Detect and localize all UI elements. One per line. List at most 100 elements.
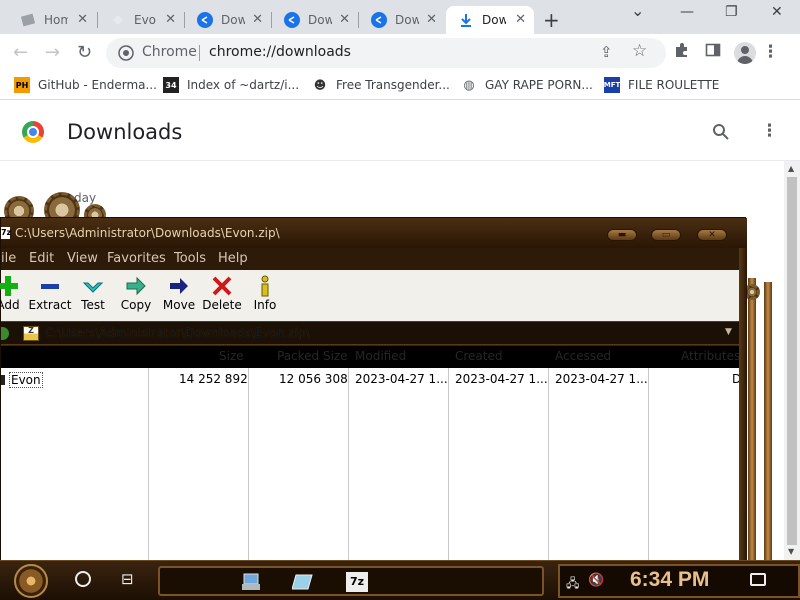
7zip-maximize-button[interactable]: ▭ — [651, 229, 681, 241]
share-icon — [197, 12, 213, 28]
tab-title: Dow — [221, 13, 245, 27]
tab-search-chevron-icon[interactable]: ⌄ — [631, 1, 644, 20]
volume-muted-icon[interactable]: 🔇 — [588, 573, 604, 588]
bookmark-label: FILE ROULETTE — [628, 78, 720, 92]
column-divider — [248, 368, 249, 561]
bookmark-file-roulette[interactable]: MFT FILE ROULETTE — [604, 77, 719, 93]
tab-title: Evo — [134, 13, 157, 27]
menu-favorites[interactable]: Favorites — [107, 251, 166, 266]
menu-dots-icon[interactable]: ⋮ — [762, 42, 779, 62]
globe-icon: ◍ — [463, 77, 475, 93]
move-button[interactable]: Move — [155, 274, 203, 312]
search-icon[interactable] — [712, 123, 730, 146]
extensions-puzzle-icon[interactable] — [674, 42, 690, 63]
menu-tools[interactable]: Tools — [174, 251, 206, 266]
row-size: 14 252 892 — [179, 372, 248, 386]
up-folder-icon[interactable] — [1, 327, 9, 340]
tab-downloads-active[interactable]: Dow ✕ — [446, 6, 534, 34]
7zip-toolbar: Add Extract Test Copy Move Delete Info — [0, 270, 739, 321]
7zip-path-bar: Z C:\Users\Administrator\Downloads\Evon.… — [1, 321, 739, 345]
bookmark-star-icon[interactable]: ☆ — [632, 41, 647, 61]
7zip-window-title: C:\Users\Administrator\Downloads\Evon.zi… — [15, 226, 280, 240]
page-title: Downloads — [67, 120, 183, 144]
restore-button[interactable]: ❐ — [725, 4, 738, 20]
tab-home[interactable]: Hom ✕ — [8, 6, 96, 34]
address-bar[interactable]: Chrome chrome://downloads ⇪ ☆ — [106, 38, 666, 68]
tab-downloads-3[interactable]: Dow ✕ — [359, 6, 445, 34]
task-view-icon[interactable]: ⊟ — [121, 570, 134, 588]
menu-help[interactable]: Help — [218, 251, 248, 266]
7zip-taskbar-icon[interactable]: 7z — [346, 572, 368, 592]
bookmark-globe[interactable]: ◍ GAY RAPE PORN... — [461, 77, 593, 93]
close-icon[interactable]: ✕ — [77, 12, 88, 27]
scroll-down-arrow-icon[interactable]: ▼ — [788, 547, 794, 556]
menu-file[interactable]: ile — [1, 251, 16, 266]
window-close-button[interactable]: ✕ — [771, 4, 783, 20]
close-icon[interactable]: ✕ — [165, 12, 176, 27]
column-accessed[interactable]: Accessed — [555, 349, 611, 363]
column-created[interactable]: Created — [455, 349, 503, 363]
7zip-minimize-button[interactable]: ▬ — [607, 229, 637, 241]
chrome-site-icon — [118, 45, 134, 61]
share-icon[interactable]: ⇪ — [600, 43, 613, 61]
path-dropdown-icon[interactable]: ▼ — [725, 327, 732, 337]
column-modified[interactable]: Modified — [355, 349, 406, 363]
menu-view[interactable]: View — [67, 251, 98, 266]
profile-avatar[interactable] — [734, 42, 756, 64]
search-icon[interactable] — [75, 571, 91, 587]
column-packed-size[interactable]: Packed Size — [277, 349, 348, 363]
tool-label: Info — [253, 298, 277, 312]
delete-button[interactable]: Delete — [198, 274, 246, 312]
forward-button[interactable]: → — [45, 42, 60, 63]
info-button[interactable]: Info — [241, 274, 289, 312]
scroll-up-arrow-icon[interactable]: ▲ — [788, 164, 794, 173]
start-button[interactable] — [14, 564, 48, 598]
reload-button[interactable]: ↻ — [77, 42, 92, 63]
tool-label: Test — [81, 298, 105, 312]
system-tray: 🖧 🔇 6:34 PM — [558, 564, 800, 598]
row-name[interactable]: Evon — [9, 372, 43, 388]
column-divider — [548, 368, 549, 561]
tab-downloads-2[interactable]: Dow ✕ — [272, 6, 358, 34]
notification-icon[interactable] — [750, 573, 766, 586]
page-icon — [110, 12, 126, 28]
test-button[interactable]: Test — [69, 274, 117, 312]
page-scrollbar[interactable]: ▲ ▼ — [784, 161, 800, 560]
browser-toolbar: ← → ↻ Chrome chrome://downloads ⇪ ☆ ⋮ — [0, 34, 800, 72]
column-size[interactable]: Size — [219, 349, 244, 363]
bookmark-github[interactable]: PH GitHub - Enderma... — [14, 77, 157, 93]
close-icon[interactable]: ✕ — [426, 12, 437, 27]
bookmark-label: Free Transgender... — [336, 78, 450, 92]
scrollbar-thumb[interactable] — [787, 177, 797, 545]
column-divider — [648, 368, 649, 561]
7zip-file-list: Evon 14 252 892 12 056 308 2023-04-27 1.… — [1, 368, 741, 561]
bookmark-transgender[interactable]: ☻ Free Transgender... — [312, 77, 450, 93]
menu-edit[interactable]: Edit — [29, 251, 54, 266]
extract-button[interactable]: Extract — [26, 274, 74, 312]
clock[interactable]: 6:34 PM — [630, 568, 709, 592]
notes-icon[interactable] — [291, 572, 314, 592]
column-attributes[interactable]: Attributes — [681, 349, 740, 363]
tab-downloads-1[interactable]: Dow ✕ — [185, 6, 271, 34]
minimize-button[interactable]: — — [680, 4, 694, 20]
network-icon[interactable]: 🖧 — [566, 574, 579, 595]
side-panel-icon[interactable] — [705, 42, 721, 63]
back-button[interactable]: ← — [13, 42, 28, 63]
7zip-titlebar[interactable]: 7z C:\Users\Administrator\Downloads\Evon… — [1, 218, 747, 248]
close-icon[interactable]: ✕ — [515, 12, 526, 27]
tab-evon[interactable]: Evo ✕ — [98, 6, 184, 34]
explorer-icon[interactable] — [240, 572, 262, 592]
7zip-menubar: ile Edit View Favorites Tools Help — [1, 248, 739, 270]
close-icon[interactable]: ✕ — [252, 12, 263, 27]
bookmark-label: GAY RAPE PORN... — [485, 78, 593, 92]
close-icon[interactable]: ✕ — [339, 12, 350, 27]
more-actions-icon[interactable]: ⋮ — [761, 121, 778, 141]
folder-icon: 34 — [163, 77, 179, 93]
archive-path[interactable]: C:\Users\Administrator\Downloads\Evon.zi… — [45, 326, 310, 340]
copy-button[interactable]: Copy — [112, 274, 160, 312]
url-text[interactable]: chrome://downloads — [209, 44, 351, 60]
bookmark-index[interactable]: 34 Index of ~dartz/i... — [163, 77, 299, 93]
download-icon — [458, 12, 474, 28]
7zip-close-button[interactable]: ✕ — [697, 229, 727, 241]
new-tab-button[interactable]: + — [543, 8, 560, 32]
